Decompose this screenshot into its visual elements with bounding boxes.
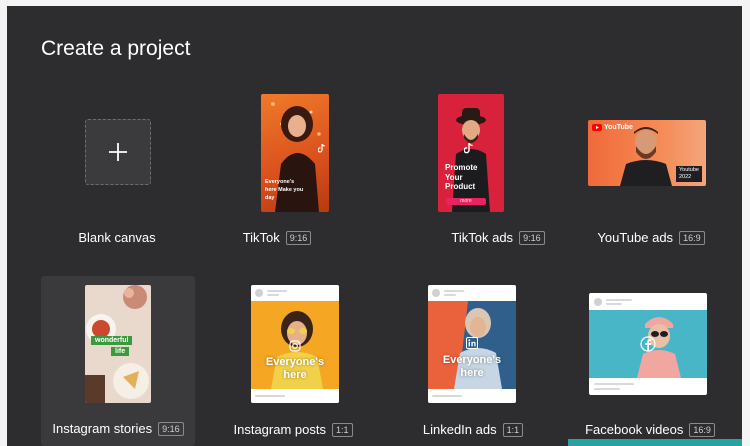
linkedin-ads-thumbnail: Everyone's here [428, 285, 516, 403]
youtube-badge-line: 2022 [679, 174, 692, 180]
aspect-ratio-badge: 9:16 [285, 231, 312, 245]
placeholder-line [594, 383, 634, 385]
facebook-video-frame [589, 310, 707, 378]
create-project-panel: Create a project Blank canvas Everyone's… [7, 6, 742, 446]
template-caption: Instagram posts 1:1 [211, 422, 375, 437]
tiktok-ads-thumb-text: Promote Your Product [445, 163, 477, 192]
instagram-posts-thumbnail: Everyone's here [251, 285, 339, 403]
aspect-ratio-badge: 9:16 [519, 231, 545, 245]
thumb-line: here [460, 367, 484, 379]
blank-canvas-box [85, 119, 151, 185]
bottom-accent-bar [568, 439, 742, 446]
thumb-line: Product [445, 182, 476, 191]
tiktok-thumbnail: Everyone's here Make you day [261, 94, 329, 212]
youtube-ads-thumbnail: YouTube Youtube 2022 [588, 120, 706, 186]
template-caption: LinkedIn ads 1:1 [391, 422, 555, 437]
posts-overlay-text: Everyone's here [251, 356, 339, 382]
template-label: YouTube ads [597, 230, 674, 245]
placeholder-line [267, 290, 287, 292]
placeholder-line [444, 294, 456, 296]
post-header [251, 285, 339, 301]
tiktok-ads-more-pill: more [446, 198, 486, 205]
template-label: TikTok ads [451, 230, 514, 245]
template-label: Instagram stories [52, 421, 153, 436]
thumb-line: Everyone's [265, 356, 325, 368]
tiktok-icon [318, 144, 326, 153]
template-label: LinkedIn ads [422, 422, 497, 437]
instagram-icon [289, 340, 301, 352]
avatar [432, 289, 440, 297]
template-tiktok[interactable]: Everyone's here Make you day TikTok 9:16 [201, 92, 353, 272]
template-label: Blank canvas [78, 230, 156, 245]
linkedin-overlay-text: Everyone's here [428, 354, 516, 380]
tiktok-icon [464, 143, 473, 154]
facebook-videos-thumbnail [589, 293, 707, 395]
aspect-ratio-badge: 1:1 [331, 423, 353, 437]
avatar [594, 298, 602, 306]
stories-text-line-2: life [111, 347, 130, 356]
thumb-line: Promote [445, 163, 478, 172]
template-caption: TikTok 9:16 [201, 230, 353, 245]
template-instagram-stories[interactable]: wonderful life Instagram stories 9:16 [41, 276, 195, 446]
template-tiktok-ads[interactable]: Promote Your Product more TikTok ads 9:16 [362, 92, 545, 272]
placeholder-line [606, 299, 632, 301]
youtube-icon [592, 124, 602, 131]
template-label: Instagram posts [233, 422, 326, 437]
template-label: TikTok [242, 230, 280, 245]
instagram-stories-thumbnail: wonderful life [85, 285, 151, 403]
template-blank-canvas[interactable]: Blank canvas [41, 119, 193, 299]
template-instagram-posts[interactable]: Everyone's here Instagram posts 1:1 [211, 282, 375, 446]
page-title: Create a project [41, 37, 191, 60]
facebook-icon [640, 336, 656, 352]
template-caption: Blank canvas [41, 230, 193, 245]
placeholder-line [267, 294, 279, 296]
placeholder-line [444, 290, 464, 292]
placeholder-line [432, 395, 462, 397]
post-footer [251, 389, 339, 403]
template-caption: TikTok ads 9:16 [422, 230, 574, 245]
placeholder-line [255, 395, 285, 397]
placeholder-line [594, 388, 620, 390]
post-footer [428, 389, 516, 403]
thumb-line: Your [445, 172, 463, 182]
linkedin-icon [466, 337, 478, 349]
template-facebook-videos[interactable]: Facebook videos 16:9 [570, 282, 740, 446]
plus-icon [109, 143, 127, 161]
youtube-brand-text: YouTube [604, 124, 633, 131]
aspect-ratio-badge: 16:9 [689, 423, 715, 437]
avatar [255, 289, 263, 297]
placeholder-line [606, 303, 622, 305]
youtube-badge: Youtube 2022 [676, 166, 702, 182]
thumb-line: Everyone's [442, 354, 502, 366]
template-label: Facebook videos [585, 422, 684, 437]
youtube-badge-line: Youtube [679, 167, 699, 173]
template-caption: YouTube ads 16:9 [575, 230, 727, 245]
thumb-line: here [283, 369, 307, 381]
template-caption: Facebook videos 16:9 [565, 422, 735, 437]
template-caption: Instagram stories 9:16 [41, 421, 195, 436]
tiktok-ads-thumbnail: Promote Your Product more [438, 94, 504, 212]
tiktok-thumb-text: Everyone's here Make you day [265, 179, 304, 201]
template-youtube-ads[interactable]: YouTube Youtube 2022 YouTube ads 16:9 [570, 92, 722, 272]
youtube-logo: YouTube [592, 124, 633, 131]
stories-text-line-1: wonderful [91, 336, 133, 345]
aspect-ratio-badge: 16:9 [679, 231, 705, 245]
template-linkedin-ads[interactable]: Everyone's here LinkedIn ads 1:1 [391, 282, 555, 446]
aspect-ratio-badge: 1:1 [502, 423, 524, 437]
post-header [428, 285, 516, 301]
aspect-ratio-badge: 9:16 [158, 422, 184, 436]
